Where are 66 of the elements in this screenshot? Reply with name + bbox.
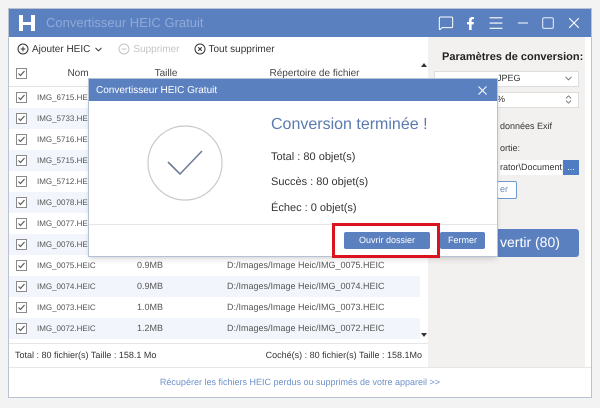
- checkbox[interactable]: [16, 323, 26, 334]
- success-check-icon: [146, 124, 224, 202]
- exif-label: données Exif: [499, 120, 554, 132]
- minus-circle-icon: [118, 43, 130, 55]
- x-circle-icon: [194, 43, 206, 55]
- dialog-heading: Conversion terminée !: [271, 114, 428, 135]
- table-cell: D:/Images/Image Heic/IMG_0075.HEIC: [227, 260, 385, 270]
- table-cell: IMG_0076.HE: [37, 240, 88, 249]
- table-row[interactable]: IMG_0074.HEIC 0.9MB D:/Images/Image Heic/IMG_0074.HEIC: [9, 276, 420, 297]
- chat-icon[interactable]: [438, 15, 454, 31]
- table-cell: D:/Images/Image Heic/IMG_0073.HEIC: [227, 302, 385, 312]
- table-cell: IMG_5716.HE: [37, 134, 88, 144]
- facebook-icon[interactable]: [464, 16, 477, 30]
- up-down-icon: [563, 94, 574, 105]
- table-cell: IMG_0075.HEIC: [37, 260, 96, 270]
- total-summary: Total : 80 fichier(s) Taille : 158.1 Mo: [15, 348, 156, 362]
- checkbox[interactable]: [16, 239, 26, 250]
- table-cell: IMG_5715.HE: [37, 156, 88, 165]
- settings-title: Paramètres de conversion:: [442, 50, 584, 65]
- maximize-icon[interactable]: [541, 16, 555, 30]
- checked-summary: Coché(s) : 80 fichier(s) Taille : 158.1Mo: [266, 348, 422, 362]
- toolbar-button[interactable]: Ajouter HEIC: [17, 42, 104, 56]
- logo-icon: [17, 13, 37, 33]
- checkbox[interactable]: [16, 92, 26, 103]
- table-cell: IMG_0077.HE: [37, 218, 88, 228]
- table-cell: 1.2MB: [137, 322, 164, 333]
- dialog-button[interactable]: Ouvrir dossier: [344, 232, 430, 249]
- table-cell: IMG_5733.HE: [37, 114, 88, 123]
- table-cell: D:/Images/Image Heic/IMG_0072.HEIC: [227, 322, 385, 333]
- checkbox[interactable]: [16, 302, 26, 313]
- column-header[interactable]: Taille: [123, 66, 209, 81]
- result-line: Succès : 80 objet(s): [271, 175, 370, 190]
- checkbox[interactable]: [16, 155, 26, 166]
- column-header[interactable]: Nom: [33, 66, 123, 81]
- result-line: Échec : 0 objet(s): [271, 200, 358, 216]
- table-cell: 0.9MB: [137, 260, 164, 270]
- table-cell: IMG_0072.HEIC: [37, 324, 96, 333]
- table-cell: IMG_0074.HEIC: [37, 282, 96, 291]
- table-cell: IMG_5712.HE: [37, 176, 88, 186]
- scroll-down-icon[interactable]: [421, 333, 427, 337]
- table-cell: 0.9MB: [137, 280, 164, 291]
- checkbox[interactable]: [16, 260, 26, 271]
- menu-icon[interactable]: [487, 14, 505, 32]
- checkbox[interactable]: [16, 134, 26, 145]
- table-cell: IMG_0073.HEIC: [37, 302, 96, 312]
- checkbox[interactable]: [16, 68, 26, 79]
- column-header[interactable]: Répertoire de fichier: [209, 66, 420, 81]
- table-cell: D:/Images/Image Heic/IMG_0074.HEIC: [227, 280, 385, 291]
- checkbox[interactable]: [16, 176, 26, 187]
- table-row[interactable]: IMG_0072.HEIC 1.2MB D:/Images/Image Heic/IMG_0072.HEIC: [9, 318, 420, 339]
- browse-button[interactable]: ...: [563, 160, 579, 174]
- checkbox[interactable]: [16, 281, 26, 292]
- result-line: Total : 80 objet(s): [271, 150, 356, 165]
- plus-circle-icon: [17, 43, 29, 55]
- dialog-button[interactable]: Fermer: [440, 232, 485, 249]
- output-label: ortie:: [499, 142, 522, 155]
- checkbox[interactable]: [16, 113, 26, 124]
- checkbox[interactable]: [16, 197, 26, 208]
- table-cell: 1.0MB: [137, 302, 164, 312]
- dialog-title: Convertisseur HEIC Gratuit: [96, 84, 218, 98]
- output-path-field[interactable]: rator\Document: [500, 160, 562, 174]
- toolbar-button[interactable]: Tout supprimer: [194, 42, 275, 56]
- table-cell: IMG_0078.HE: [37, 198, 88, 207]
- scroll-up-icon[interactable]: [421, 63, 427, 67]
- checkbox[interactable]: [16, 218, 26, 229]
- table-cell: IMG_6715.HE: [37, 92, 88, 102]
